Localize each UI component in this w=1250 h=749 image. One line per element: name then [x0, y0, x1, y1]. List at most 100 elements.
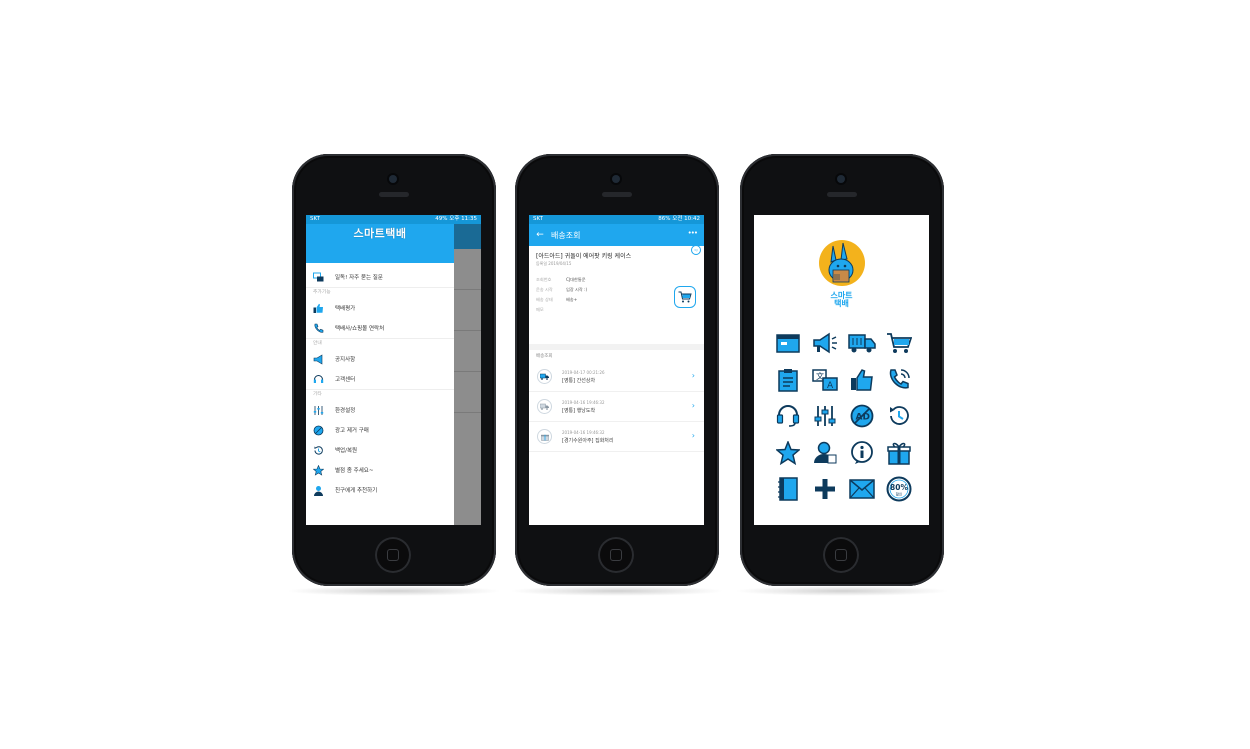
- discount-80-icon: 80% 할인: [880, 471, 917, 508]
- notebook-icon: [769, 471, 806, 508]
- megaphone-icon: [806, 325, 843, 362]
- phone-2: SKT 86% 오전 10:42 ← 배송조회 ••• CJ [아드아드] 귀돌…: [509, 154, 725, 596]
- menu-item-review[interactable]: 별점 좀 주세요~: [306, 460, 454, 480]
- status-right: 49% 오후 11:35: [435, 216, 477, 222]
- field-row: 메모: [536, 307, 544, 312]
- user-stamp-icon: [806, 435, 843, 472]
- headset-icon: [769, 398, 806, 435]
- gift-icon: [880, 435, 917, 472]
- menu-item-faq[interactable]: 일독! 자주 묻는 질문: [306, 267, 454, 287]
- mascot-logo: [818, 240, 865, 286]
- app-logo: 스마트택배: [353, 227, 407, 240]
- cart-icon: [880, 325, 917, 362]
- status-bar: SKT 86% 오전 10:42: [529, 215, 704, 224]
- thumbs-up-icon: [843, 362, 880, 399]
- gift-box-icon: [537, 429, 552, 444]
- status-right: 86% 오전 10:42: [658, 216, 700, 222]
- menu-item-settings[interactable]: 환경설정: [306, 400, 454, 420]
- front-camera: [612, 175, 620, 183]
- history-icon: [313, 445, 324, 456]
- faq-icon: [313, 272, 324, 283]
- cart-icon: [678, 291, 692, 303]
- clipboard-icon: [769, 362, 806, 399]
- earpiece: [379, 192, 409, 197]
- history-time: 2019-04-17 00:21:26: [562, 369, 605, 375]
- history-icon: [880, 398, 917, 435]
- menu-label: 별점 좀 주세요~: [335, 468, 374, 474]
- star-icon: [313, 464, 324, 476]
- sliders-icon: [806, 398, 843, 435]
- earpiece: [827, 192, 857, 197]
- menu-label: 택배평가: [335, 306, 356, 312]
- menu-label: 친구에게 추천하기: [335, 488, 378, 494]
- icon-grid: 文A AD 80% 할인: [769, 325, 917, 508]
- app-bar: ← 배송조회 •••: [529, 224, 704, 246]
- menu-item-contact[interactable]: 택배사/쇼핑몰 연락처: [306, 318, 454, 338]
- menu-label: 환경설정: [335, 408, 356, 414]
- menu-item-notice[interactable]: 공지사항: [306, 349, 454, 369]
- menu-label: 택배사/쇼핑몰 연락처: [335, 326, 385, 332]
- history-time: 2019-04-16 19:46:32: [562, 399, 605, 405]
- courier-badge-icon: CJ: [691, 245, 701, 255]
- background-app: [454, 215, 481, 525]
- section-guide: 안내: [313, 341, 322, 346]
- svg-text:A: A: [827, 381, 834, 391]
- back-arrow-icon[interactable]: ←: [529, 230, 551, 240]
- phone-3: 스마트 택배 文A AD 80% 할인: [734, 154, 950, 596]
- home-button[interactable]: [598, 537, 634, 573]
- page-title: 배송조회: [551, 230, 581, 240]
- history-header: 배송조회: [536, 354, 553, 359]
- item-title: [아드아드] 귀돌이 에어팟 키링 케이스: [536, 253, 632, 260]
- star-icon: [769, 435, 806, 472]
- menu-item-share[interactable]: 친구에게 추천하기: [306, 480, 454, 500]
- discount-sub: 할인: [895, 492, 901, 497]
- truck-icon: [537, 369, 552, 384]
- shop-link-button[interactable]: [674, 286, 696, 308]
- truck-icon: [537, 399, 552, 414]
- earpiece: [602, 192, 632, 197]
- menu-label: 고객센터: [335, 377, 356, 383]
- translate-icon: 文A: [806, 362, 843, 399]
- history-row[interactable]: 2019-04-16 19:46:32 [경기수원아주] 집화처리 ›: [529, 422, 704, 452]
- headset-icon: [313, 374, 324, 385]
- thumbs-up-icon: [313, 303, 324, 314]
- truck-icon: [843, 325, 880, 362]
- history-row[interactable]: 2019-04-16 19:46:32 [영통] 행낭도착 ›: [529, 392, 704, 422]
- screen-3: 스마트 택배 文A AD 80% 할인: [754, 215, 929, 525]
- home-button[interactable]: [823, 537, 859, 573]
- menu-item-rating[interactable]: 택배평가: [306, 298, 454, 318]
- section-etc: 기타: [313, 392, 322, 397]
- plus-icon: [806, 471, 843, 508]
- app-logo: 스마트 택배: [830, 292, 852, 308]
- history-desc: [경기수원아주] 집화처리: [562, 437, 614, 444]
- phone-1: SKT 49% 오후 11:35 스마트택배 일독! 자주 묻는 질문 추가기능…: [286, 154, 502, 596]
- history-row[interactable]: 2019-04-17 00:21:26 [영통] 간선상차 ›: [529, 362, 704, 392]
- menu-item-backup[interactable]: 백업/복원: [306, 440, 454, 460]
- chevron-right-icon: ›: [691, 431, 695, 440]
- history-time: 2019-04-16 19:46:32: [562, 429, 605, 435]
- field-row: 조회번호 CJ대한통운: [536, 277, 586, 282]
- megaphone-icon: [313, 353, 324, 365]
- more-options-icon[interactable]: •••: [688, 229, 698, 237]
- front-camera: [837, 175, 845, 183]
- menu-label: 공지사항: [335, 357, 356, 363]
- sliders-icon: [313, 405, 324, 416]
- drawer-header: 스마트택배: [306, 224, 454, 263]
- phone-icon: [313, 323, 324, 334]
- chevron-right-icon: ›: [691, 401, 695, 410]
- envelope-icon: [843, 471, 880, 508]
- phone-ring-icon: [880, 362, 917, 399]
- screen-2: SKT 86% 오전 10:42 ← 배송조회 ••• CJ [아드아드] 귀돌…: [529, 215, 704, 525]
- box-icon: [769, 325, 806, 362]
- carrier-label: SKT: [310, 216, 321, 222]
- menu-label: 백업/복원: [335, 448, 358, 454]
- status-bar: SKT 49% 오후 11:35: [306, 215, 481, 224]
- menu-item-remove-ads[interactable]: 광고 제거 구매: [306, 420, 454, 440]
- home-button[interactable]: [375, 537, 411, 573]
- chevron-right-icon: ›: [691, 371, 695, 380]
- history-desc: [영통] 간선상차: [562, 377, 596, 384]
- screen-1: SKT 49% 오후 11:35 스마트택배 일독! 자주 묻는 질문 추가기능…: [306, 215, 481, 525]
- menu-item-support[interactable]: 고객센터: [306, 369, 454, 389]
- section-extra: 추가기능: [313, 290, 331, 295]
- no-ads-icon: AD: [843, 398, 880, 435]
